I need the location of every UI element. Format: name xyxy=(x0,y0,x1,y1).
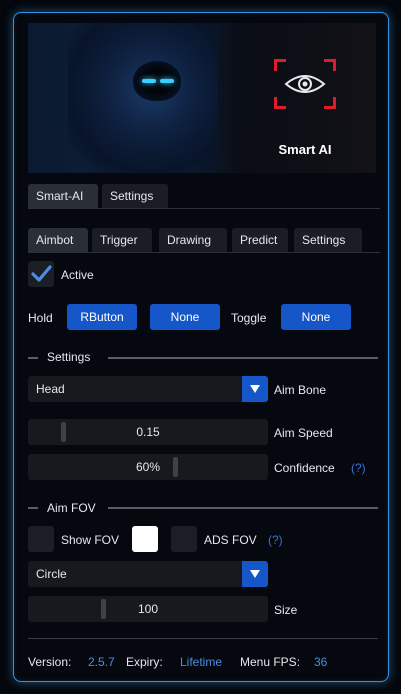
hold-label: Hold xyxy=(28,311,53,325)
main-tab-bar: Smart-AI Settings xyxy=(28,183,380,209)
show-fov-checkbox[interactable] xyxy=(28,526,54,552)
tab-sub-settings[interactable]: Settings xyxy=(294,228,362,252)
chevron-down-icon xyxy=(242,561,268,587)
ads-fov-help-icon[interactable]: (?) xyxy=(268,533,283,547)
fov-color-swatch[interactable] xyxy=(132,526,158,552)
size-label: Size xyxy=(274,603,298,617)
version-label: Version: xyxy=(28,655,72,669)
confidence-slider[interactable]: 60% xyxy=(28,454,268,480)
hold-key2-button[interactable]: None xyxy=(150,304,220,330)
aim-bone-select[interactable]: Head xyxy=(28,376,268,402)
expiry-label: Expiry: xyxy=(126,655,163,669)
active-label: Active xyxy=(61,268,94,282)
chevron-down-icon xyxy=(242,376,268,402)
show-fov-label: Show FOV xyxy=(61,533,120,547)
aim-bone-label: Aim Bone xyxy=(274,383,327,397)
version-value: 2.5.7 xyxy=(88,655,115,669)
menu-fps-label: Menu FPS: xyxy=(240,655,301,669)
menu-fps-value: 36 xyxy=(314,655,328,669)
logo-text: Smart AI xyxy=(278,142,332,157)
tab-settings[interactable]: Settings xyxy=(102,184,168,208)
expiry-value: Lifetime xyxy=(180,655,223,669)
confidence-help-icon[interactable]: (?) xyxy=(351,461,366,475)
aim-speed-slider[interactable]: 0.15 xyxy=(28,419,268,445)
tab-smart-ai[interactable]: Smart-AI xyxy=(28,184,98,208)
checkmark-icon xyxy=(31,265,52,282)
ads-fov-checkbox[interactable] xyxy=(171,526,197,552)
confidence-label: Confidence xyxy=(274,461,335,475)
aim-speed-label: Aim Speed xyxy=(274,426,333,440)
fov-shape-select[interactable]: Circle xyxy=(28,561,268,587)
menu-window: Smart AI Smart-AI Settings Aimbot Trigge… xyxy=(13,12,389,682)
toggle-label: Toggle xyxy=(231,311,267,325)
size-slider[interactable]: 100 xyxy=(28,596,268,622)
tab-drawing[interactable]: Drawing xyxy=(159,228,227,252)
aim-fov-section-title: Aim FOV xyxy=(47,501,96,515)
sub-tab-bar: Aimbot Trigger Drawing Predict Settings xyxy=(28,227,380,253)
tab-predict[interactable]: Predict xyxy=(232,228,288,252)
ads-fov-label: ADS FOV xyxy=(204,533,257,547)
tab-trigger[interactable]: Trigger xyxy=(92,228,152,252)
active-checkbox[interactable] xyxy=(28,261,54,287)
eye-logo-icon xyxy=(274,59,336,109)
toggle-key-button[interactable]: None xyxy=(281,304,351,330)
tab-aimbot[interactable]: Aimbot xyxy=(28,228,88,252)
hold-key-button[interactable]: RButton xyxy=(67,304,137,330)
header-banner: Smart AI xyxy=(28,23,376,173)
settings-section-title: Settings xyxy=(47,350,91,364)
